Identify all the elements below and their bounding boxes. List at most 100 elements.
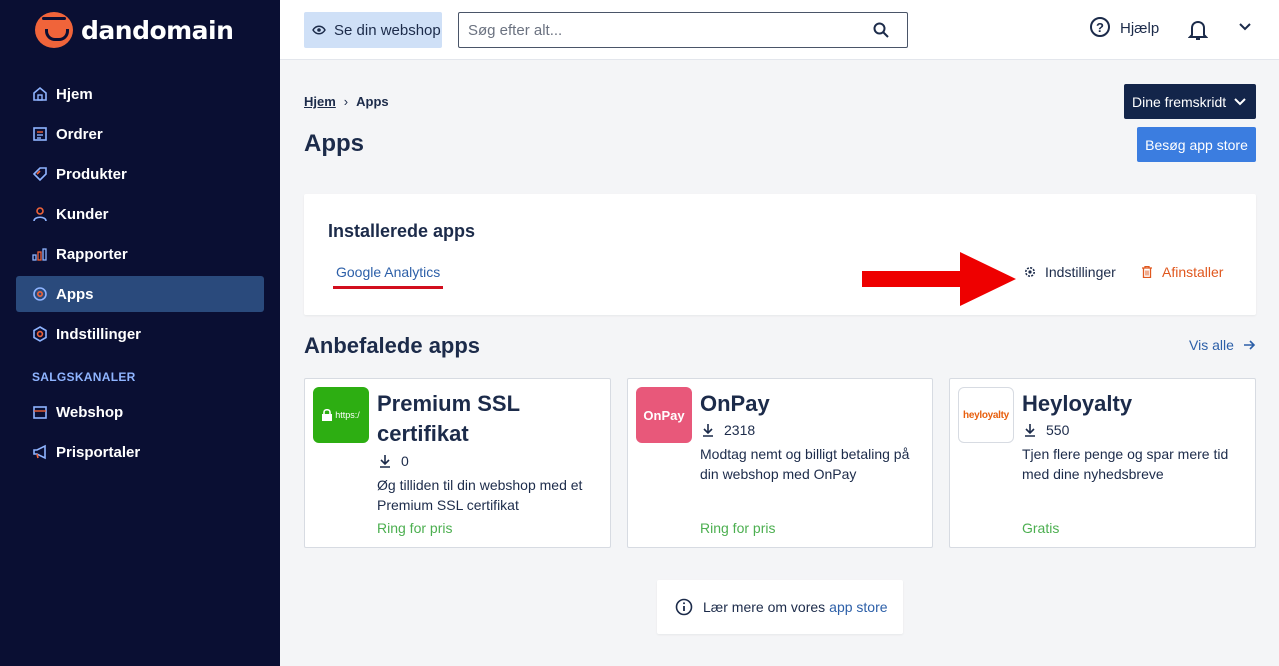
sidebar-item-price-portals[interactable]: Prisportaler — [16, 434, 264, 470]
app-description-line: Modtag nemt og billigt betaling på — [700, 446, 910, 462]
page-title: Apps — [304, 130, 364, 157]
app-price: Ring for pris — [377, 520, 453, 536]
sidebar-item-products[interactable]: Produkter — [16, 156, 264, 192]
breadcrumb-current: Apps — [356, 94, 389, 109]
sales-channels-heading: SALGSKANALER — [32, 370, 136, 384]
chevron-down-icon — [1234, 97, 1246, 105]
app-name: Heyloyalty — [1022, 391, 1133, 416]
app-description: Modtag nemt og billigt betaling på din w… — [700, 444, 930, 484]
see-all-link[interactable]: Vis alle — [1189, 337, 1256, 353]
sidebar-item-label: Kunder — [56, 205, 109, 223]
progress-dropdown-button[interactable]: Dine fremskridt — [1124, 84, 1256, 119]
trash-icon — [1142, 266, 1152, 278]
sidebar-item-label: Hjem — [56, 85, 93, 103]
sidebar-item-apps[interactable]: Apps — [16, 276, 264, 312]
app-card-onpay[interactable]: OnPay OnPay 2318 Modtag nemt og billigt … — [627, 378, 933, 548]
app-downloads: 550 — [1024, 422, 1069, 438]
brand-name: dandomain — [81, 15, 234, 45]
recommended-apps-title: Anbefalede apps — [304, 333, 481, 358]
arrow-right-icon — [1243, 340, 1256, 350]
heyloyalty-logo: heyloyalty — [958, 387, 1014, 443]
orders-icon — [32, 126, 48, 142]
app-card-heyloyalty[interactable]: heyloyalty Heyloyalty 550 Tjen flere pen… — [949, 378, 1256, 548]
app-description: Øg tilliden til din webshop med et Premi… — [377, 475, 607, 515]
uninstall-button[interactable]: Afinstaller — [1142, 264, 1223, 280]
chart-icon — [32, 246, 48, 262]
sidebar-item-label: Webshop — [56, 403, 124, 421]
app-settings-button[interactable]: Indstillinger — [1024, 264, 1116, 280]
help-label: Hjælp — [1120, 19, 1160, 37]
gear-icon — [1025, 267, 1035, 277]
breadcrumb: Hjem › Apps — [304, 94, 389, 109]
help-button[interactable]: ? Hjælp — [1090, 17, 1160, 37]
download-icon — [703, 423, 713, 437]
app-description-line: Premium SSL certifikat — [377, 497, 519, 513]
app-settings-label: Indstillinger — [1045, 264, 1116, 280]
download-icon — [1025, 423, 1035, 437]
app-name-line: Premium SSL — [377, 391, 521, 416]
uninstall-label: Afinstaller — [1162, 264, 1224, 280]
shop-icon — [32, 404, 48, 420]
person-icon — [32, 206, 48, 222]
search-icon[interactable] — [873, 22, 889, 38]
app-price: Ring for pris — [700, 520, 776, 536]
app-name: OnPay — [700, 391, 770, 416]
app-store-link[interactable]: app store — [829, 599, 887, 615]
see-all-label: Vis alle — [1189, 337, 1234, 353]
sidebar-item-home[interactable]: Hjem — [16, 76, 264, 112]
onpay-logo: OnPay — [636, 387, 692, 443]
breadcrumb-home-link[interactable]: Hjem — [304, 94, 336, 109]
megaphone-icon — [32, 444, 48, 460]
app-description: Tjen flere penge og spar mere tid med di… — [1022, 444, 1252, 484]
sidebar-item-label: Ordrer — [56, 125, 103, 143]
breadcrumb-separator-icon: › — [343, 94, 349, 109]
lock-icon — [322, 409, 333, 421]
eye-icon — [312, 25, 326, 35]
home-icon — [32, 86, 48, 102]
installed-apps-title: Installerede apps — [328, 221, 476, 241]
learn-more-text: Lær mere om vores — [703, 599, 826, 615]
sidebar-item-webshop[interactable]: Webshop — [16, 394, 264, 430]
apps-icon — [32, 286, 48, 302]
sidebar-item-reports[interactable]: Rapporter — [16, 236, 264, 272]
app-description-line: Tjen flere penge og spar mere tid — [1022, 446, 1229, 462]
main-nav: Hjem Ordrer Produkter Kunder Rapporter A… — [16, 76, 264, 474]
topbar: Se din webshop ? Hjælp — [280, 0, 1279, 60]
sidebar-item-settings[interactable]: Indstillinger — [16, 316, 264, 352]
heyloyalty-logo-text: heyloyalty — [963, 409, 1009, 421]
chevron-down-icon[interactable] — [1238, 22, 1252, 32]
sidebar-item-label: Apps — [56, 285, 94, 303]
logo-icon — [35, 12, 73, 48]
see-webshop-button[interactable]: Se din webshop — [304, 12, 442, 48]
visit-app-store-button[interactable]: Besøg app store — [1137, 127, 1256, 162]
app-description-line: din webshop med OnPay — [700, 466, 857, 482]
app-price: Gratis — [1022, 520, 1060, 536]
sidebar-item-label: Prisportaler — [56, 443, 141, 461]
ssl-logo-text: https:/ — [335, 410, 360, 420]
info-icon — [675, 598, 693, 616]
sidebar-item-orders[interactable]: Ordrer — [16, 116, 264, 152]
sidebar: dandomain Hjem Ordrer Produkter Kunder R… — [0, 0, 280, 666]
download-count: 550 — [1046, 422, 1070, 438]
app-downloads: 2318 — [702, 422, 755, 438]
app-downloads: 0 — [379, 453, 409, 469]
app-card-premium-ssl[interactable]: https:/ Premium SSL certifikat 0 Øg till… — [304, 378, 611, 548]
installed-apps-card: Installerede apps Google Analytics Indst… — [304, 194, 1256, 315]
download-count: 0 — [401, 453, 409, 469]
ssl-logo: https:/ — [313, 387, 369, 443]
progress-label: Dine fremskridt — [1132, 93, 1227, 110]
learn-more-box: Lær mere om vores app store — [657, 580, 903, 634]
download-icon — [380, 454, 390, 468]
app-description-line: Øg tilliden til din webshop med et — [377, 477, 583, 493]
tab-google-analytics[interactable]: Google Analytics — [333, 264, 444, 289]
app-name: Premium SSL certifikat — [377, 389, 520, 449]
search-box — [458, 12, 908, 48]
bell-icon[interactable] — [1188, 19, 1208, 41]
red-arrow-annotation — [862, 252, 1016, 306]
download-count: 2318 — [724, 422, 756, 438]
tag-icon — [32, 166, 48, 182]
sidebar-item-customers[interactable]: Kunder — [16, 196, 264, 232]
search-input[interactable] — [459, 13, 859, 47]
sidebar-item-label: Produkter — [56, 165, 127, 183]
brand-logo[interactable]: dandomain — [35, 12, 234, 48]
